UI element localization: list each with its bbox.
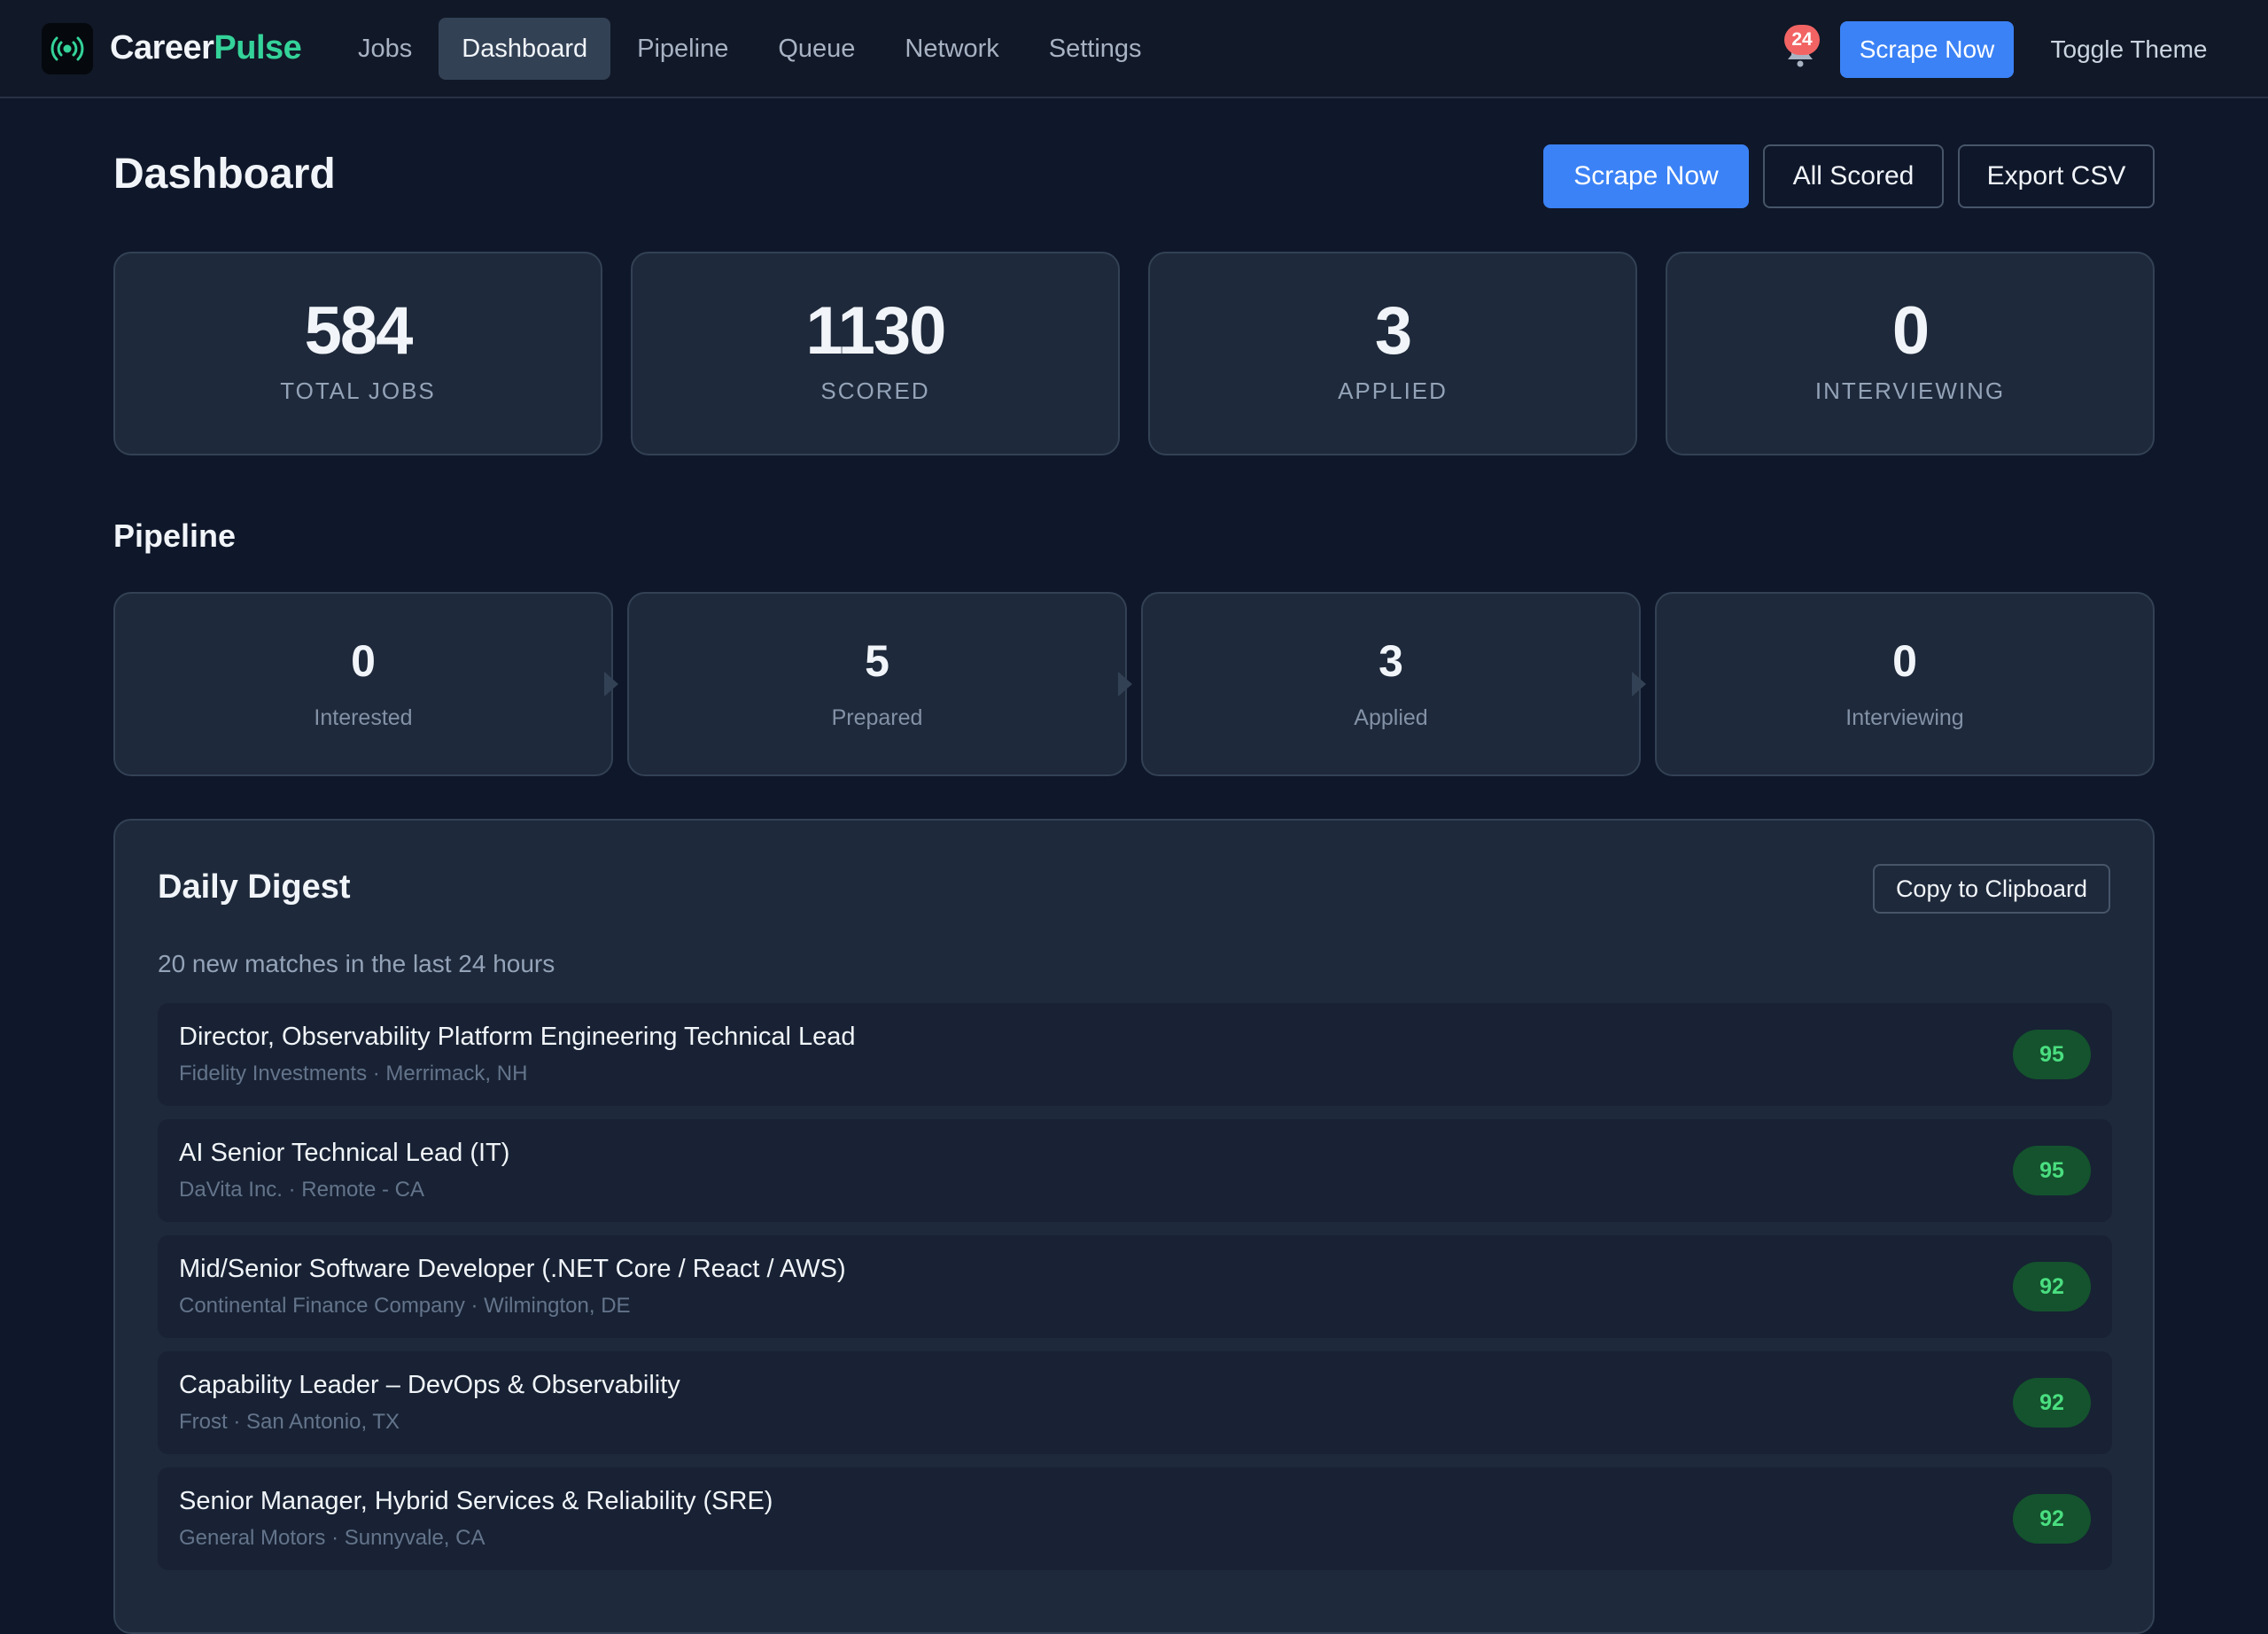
logo[interactable] [42,23,93,74]
digest-job-item[interactable]: Senior Manager, Hybrid Services & Reliab… [158,1467,2112,1570]
pipeline-arrow-icon [1118,672,1132,696]
job-title: Capability Leader – DevOps & Observabili… [179,1371,680,1399]
stat-value: 584 [304,293,414,369]
nav-item-network[interactable]: Network [882,18,1021,80]
pipeline-stage-interested[interactable]: 0 Interested [113,592,613,776]
score-badge: 92 [2013,1494,2091,1544]
pipeline-arrow-icon [604,672,618,696]
daily-digest-panel: Daily Digest Copy to Clipboard 20 new ma… [113,819,2155,1634]
digest-subtitle: 20 new matches in the last 24 hours [158,950,555,977]
stat-label: Interviewing [1814,377,2006,404]
digest-job-list: Director, Observability Platform Enginee… [158,1003,2112,1583]
copy-to-clipboard-button[interactable]: Copy to Clipboard [1873,864,2110,914]
stat-card-total-jobs: 584 Total Jobs [113,252,602,455]
digest-job-item[interactable]: Capability Leader – DevOps & Observabili… [158,1351,2112,1454]
brand-name[interactable]: CareerPulse [110,27,302,69]
nav-item-jobs[interactable]: Jobs [335,18,435,80]
nav-scrape-button[interactable]: Scrape Now [1840,21,2014,78]
digest-job-item[interactable]: AI Senior Technical Lead (IT) DaVita Inc… [158,1119,2112,1222]
digest-job-item[interactable]: Director, Observability Platform Enginee… [158,1003,2112,1106]
stat-label: Applied [1338,377,1448,404]
pipeline-label: Interested [314,705,413,730]
job-title: Mid/Senior Software Developer (.NET Core… [179,1255,846,1283]
scrape-now-button[interactable]: Scrape Now [1543,144,1749,208]
digest-title: Daily Digest [158,868,351,906]
pipeline-title: Pipeline [113,517,237,554]
export-csv-button[interactable]: Export CSV [1958,144,2155,208]
job-title: Senior Manager, Hybrid Services & Reliab… [179,1487,773,1515]
job-meta: Fidelity Investments · Merrimack, NH [179,1062,528,1085]
nav-item-queue[interactable]: Queue [755,18,878,80]
score-badge: 92 [2013,1262,2091,1311]
top-nav: CareerPulse Jobs Dashboard Pipeline Queu… [0,0,2268,98]
pipeline-stage-interviewing[interactable]: 0 Interviewing [1655,592,2155,776]
stat-label: Scored [820,377,930,404]
brand-main: Career [110,29,214,66]
stat-card-interviewing: 0 Interviewing [1666,252,2155,455]
pipeline-count: 0 [351,636,376,686]
stat-card-scored: 1130 Scored [631,252,1120,455]
stat-value: 3 [1374,293,1412,369]
job-meta: DaVita Inc. · Remote - CA [179,1178,424,1202]
pipeline-stage-applied[interactable]: 3 Applied [1141,592,1641,776]
stat-label: Total Jobs [280,377,436,404]
toggle-theme-button[interactable]: Toggle Theme [2033,21,2225,78]
digest-job-item[interactable]: Mid/Senior Software Developer (.NET Core… [158,1235,2112,1338]
score-badge: 95 [2013,1030,2091,1079]
stat-card-applied: 3 Applied [1148,252,1637,455]
nav-links: Jobs Dashboard Pipeline Queue Network Se… [335,18,1169,80]
notification-badge: 24 [1784,25,1820,55]
job-meta: Frost · San Antonio, TX [179,1410,400,1434]
brand-accent: Pulse [214,29,302,66]
nav-item-settings[interactable]: Settings [1026,18,1165,80]
all-scored-button[interactable]: All Scored [1763,144,1944,208]
job-meta: Continental Finance Company · Wilmington… [179,1294,631,1318]
pipeline-label: Prepared [831,705,923,730]
nav-item-pipeline[interactable]: Pipeline [614,18,751,80]
pipeline-stage-prepared[interactable]: 5 Prepared [627,592,1127,776]
job-title: Director, Observability Platform Enginee… [179,1023,856,1051]
pipeline-count: 3 [1379,636,1403,686]
score-badge: 95 [2013,1146,2091,1195]
radio-signal-icon [50,36,84,61]
stat-value: 1130 [805,293,947,369]
stat-value: 0 [1891,293,1930,369]
pipeline-count: 0 [1892,636,1917,686]
pipeline-label: Applied [1354,705,1428,730]
job-meta: General Motors · Sunnyvale, CA [179,1526,485,1550]
pipeline-count: 5 [865,636,889,686]
score-badge: 92 [2013,1378,2091,1428]
job-title: AI Senior Technical Lead (IT) [179,1139,510,1167]
pipeline-arrow-icon [1632,672,1646,696]
pipeline-label: Interviewing [1845,705,1964,730]
nav-item-dashboard[interactable]: Dashboard [439,18,611,80]
page-title: Dashboard [113,151,336,198]
